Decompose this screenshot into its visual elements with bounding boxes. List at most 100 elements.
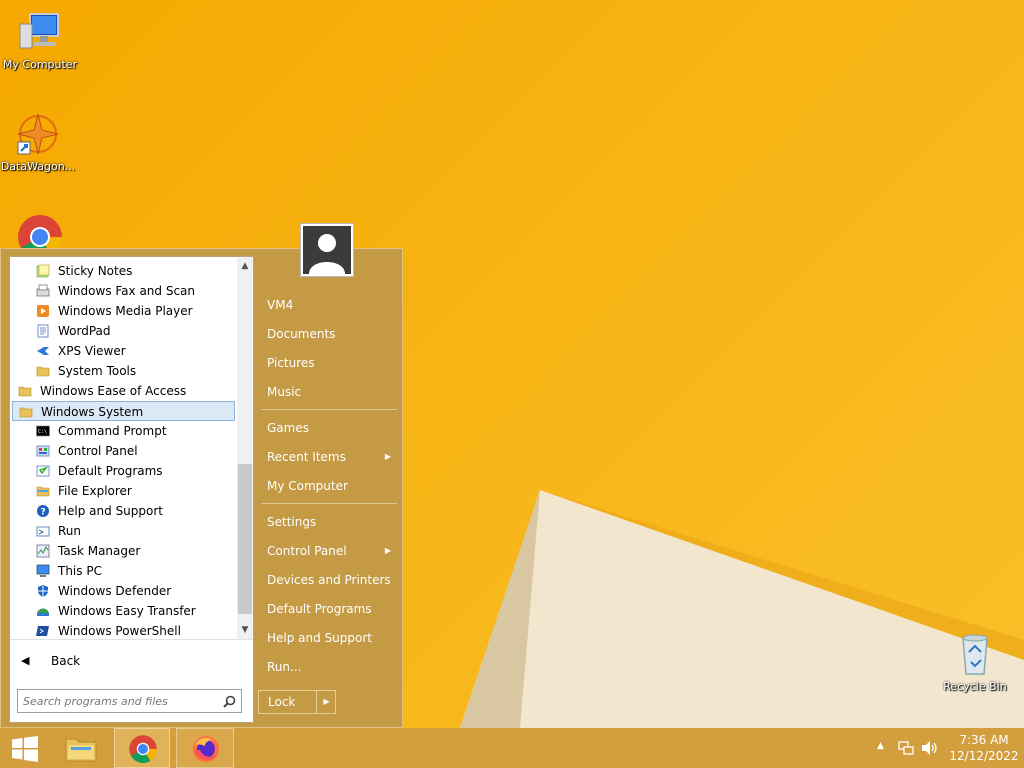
firefox-icon — [193, 736, 219, 762]
command-prompt-icon: C:\ — [36, 424, 50, 438]
program-label: Windows Fax and Scan — [58, 284, 196, 298]
program-item[interactable]: Run — [36, 521, 234, 541]
file-explorer-taskbar-button[interactable] — [54, 728, 109, 768]
program-label: WordPad — [58, 324, 111, 338]
user-silhouette-icon — [303, 226, 351, 274]
program-item[interactable]: Default Programs — [36, 461, 234, 481]
lock-button[interactable]: Lock ▶ — [258, 690, 336, 714]
start-menu-link-label: Music — [267, 385, 302, 399]
start-menu-link-label: Settings — [267, 515, 317, 529]
program-item[interactable]: Windows Ease of Access — [18, 381, 234, 401]
desktop-icon-label: DataWagon... — [0, 160, 76, 173]
start-menu-link-label: Games — [267, 421, 309, 435]
back-button[interactable]: ◀ Back — [10, 648, 253, 676]
clock[interactable]: 7:36 AM 12/12/2022 — [948, 732, 1020, 764]
program-item[interactable]: Windows Fax and Scan — [36, 281, 234, 301]
lock-options-arrow-icon[interactable]: ▶ — [316, 691, 336, 713]
computer-icon — [19, 13, 59, 49]
program-item[interactable]: Windows System — [12, 401, 235, 421]
program-label: Help and Support — [58, 504, 163, 518]
program-item[interactable]: Windows Defender — [36, 581, 234, 601]
chrome-icon — [129, 735, 157, 763]
start-menu-link-label: My Computer — [267, 479, 348, 493]
start-menu-link[interactable]: Help and Support — [259, 624, 397, 652]
program-list-scrollbar[interactable]: ▲ ▼ — [237, 257, 253, 639]
powershell-icon — [36, 624, 50, 638]
program-label: Run — [58, 524, 82, 538]
default-programs-icon — [36, 464, 50, 478]
user-avatar[interactable] — [300, 223, 354, 277]
start-menu-link[interactable]: Documents — [259, 320, 397, 348]
program-item[interactable]: WordPad — [36, 321, 234, 341]
firefox-taskbar-button[interactable] — [176, 728, 234, 768]
this-pc-icon — [36, 564, 50, 578]
program-label: Windows Media Player — [58, 304, 193, 318]
start-menu-link[interactable]: Devices and Printers — [259, 566, 397, 594]
control-panel-icon — [36, 444, 50, 458]
svg-text:?: ? — [41, 508, 46, 518]
program-label: Default Programs — [58, 464, 163, 478]
divider — [10, 639, 253, 640]
start-menu-link[interactable]: Control Panel ▶ — [259, 537, 397, 565]
divider — [261, 409, 397, 410]
program-item[interactable]: Sticky Notes — [36, 261, 234, 281]
start-menu-link[interactable]: Default Programs — [259, 595, 397, 623]
start-menu-link[interactable]: Games — [259, 414, 397, 442]
search-box[interactable] — [17, 689, 242, 713]
program-item[interactable]: Windows Easy Transfer — [36, 601, 234, 621]
program-item[interactable]: Task Manager — [36, 541, 234, 561]
start-button[interactable] — [0, 728, 48, 768]
task-manager-icon — [36, 544, 50, 558]
recycle-bin-icon — [962, 634, 988, 675]
program-item[interactable]: Windows Media Player — [36, 301, 234, 321]
scroll-up-button[interactable]: ▲ — [237, 258, 253, 274]
scroll-down-button[interactable]: ▼ — [237, 622, 253, 638]
program-item[interactable]: This PC — [36, 561, 234, 581]
easy-transfer-icon — [36, 604, 50, 618]
start-menu-link[interactable]: Pictures — [259, 349, 397, 377]
program-label: File Explorer — [58, 484, 132, 498]
start-menu-link-label: Pictures — [267, 356, 315, 370]
submenu-arrow-icon: ▶ — [384, 546, 391, 555]
program-list: Sticky Notes Windows Fax and Scan Windows … — [10, 257, 238, 639]
search-icon[interactable] — [223, 695, 236, 708]
program-item[interactable]: Control Panel — [36, 441, 234, 461]
scroll-thumb[interactable] — [238, 464, 252, 614]
chrome-taskbar-button[interactable] — [114, 728, 170, 768]
program-label: Windows System — [41, 405, 144, 419]
network-icon[interactable] — [898, 740, 914, 756]
clock-time: 7:36 AM — [959, 733, 1009, 747]
media-player-icon — [36, 304, 50, 318]
start-menu-link[interactable]: My Computer — [259, 472, 397, 500]
back-label: Back — [51, 654, 81, 668]
program-item[interactable]: File Explorer — [36, 481, 234, 501]
program-item[interactable]: Windows PowerShell — [36, 621, 234, 639]
program-label: Task Manager — [58, 544, 141, 558]
start-menu-link[interactable]: Recent Items ▶ — [259, 443, 397, 471]
my-computer-desktop-icon[interactable]: My Computer — [0, 8, 80, 71]
start-menu-link[interactable]: Settings — [259, 508, 397, 536]
folder-icon — [18, 384, 32, 398]
program-item[interactable]: System Tools — [36, 361, 234, 381]
program-item[interactable]: C:\ Command Prompt — [36, 421, 234, 441]
file-explorer-icon — [36, 484, 50, 498]
start-menu-link-label: Recent Items — [267, 450, 346, 464]
start-menu-link-label: Control Panel — [267, 544, 347, 558]
search-input[interactable] — [23, 693, 213, 709]
start-menu-link[interactable]: VM4 — [259, 291, 397, 319]
fax-icon — [36, 284, 50, 298]
show-hidden-icons-arrow-icon[interactable]: ▲ — [877, 741, 884, 751]
program-label: Sticky Notes — [58, 264, 133, 278]
volume-icon[interactable] — [921, 740, 939, 756]
program-item[interactable]: ? Help and Support — [36, 501, 234, 521]
datawagon-desktop-icon[interactable]: DataWagon... — [0, 110, 78, 173]
clock-date: 12/12/2022 — [949, 749, 1019, 763]
start-menu-link[interactable]: Run... — [259, 653, 397, 681]
start-menu-link[interactable]: Music — [259, 378, 397, 406]
xps-viewer-icon — [36, 344, 50, 358]
divider — [261, 503, 397, 504]
program-item[interactable]: XPS Viewer — [36, 341, 234, 361]
back-arrow-icon: ◀ — [21, 654, 30, 667]
recycle-bin-desktop-icon[interactable]: Recycle Bin — [935, 630, 1015, 693]
folder-icon — [36, 364, 50, 378]
